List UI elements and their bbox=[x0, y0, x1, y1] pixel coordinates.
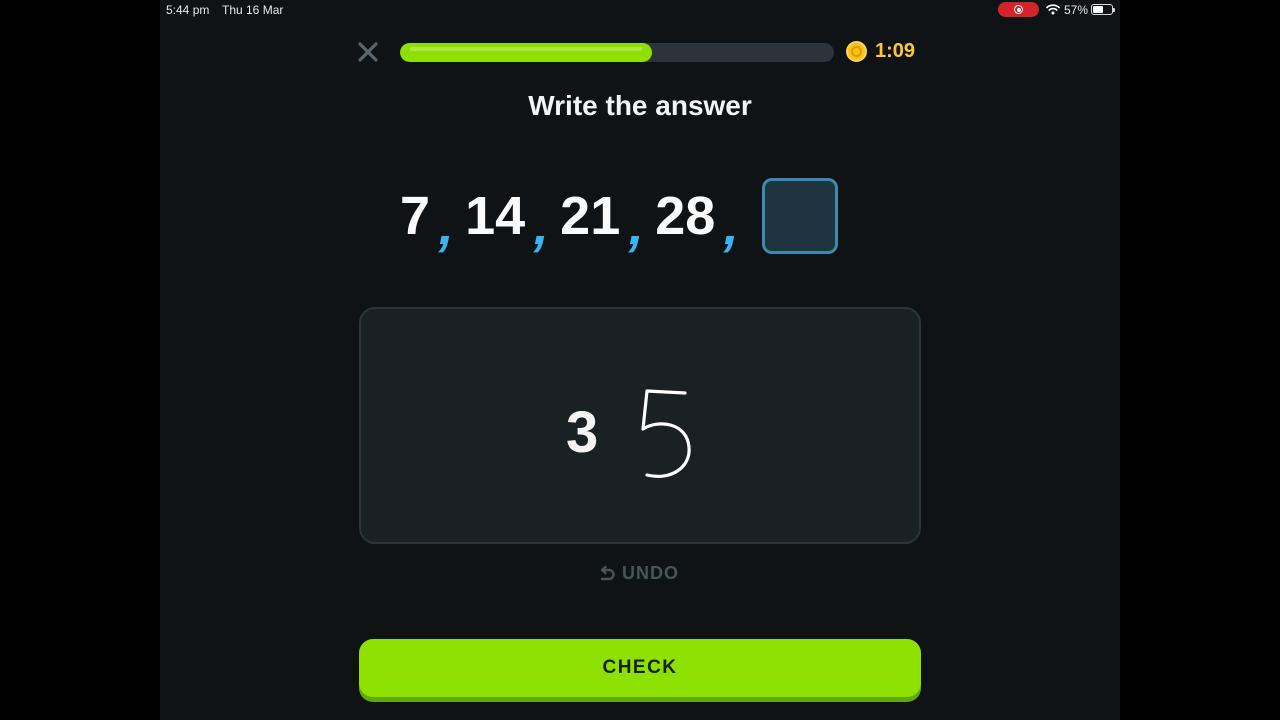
battery-percent: 57% bbox=[1064, 3, 1089, 17]
lesson-progress-bar bbox=[400, 43, 834, 62]
timer: 1:09 bbox=[846, 40, 915, 63]
undo-button[interactable]: UNDO bbox=[598, 563, 679, 584]
sequence-number: 14 bbox=[465, 186, 526, 246]
progress-fill bbox=[400, 43, 652, 62]
sequence-separator: , bbox=[528, 196, 557, 256]
sequence-number: 21 bbox=[560, 186, 621, 246]
wifi-icon bbox=[1046, 4, 1060, 15]
sequence-separator: , bbox=[623, 196, 652, 256]
battery-icon bbox=[1091, 4, 1115, 15]
handwriting-canvas[interactable]: 3 5 bbox=[359, 307, 921, 544]
handwritten-stroke: 5 bbox=[641, 389, 691, 478]
status-bar: 5:44 pm Thu 16 Mar 57% bbox=[0, 0, 1280, 20]
close-icon[interactable] bbox=[356, 40, 380, 64]
screen-record-icon[interactable] bbox=[998, 2, 1039, 17]
number-sequence: 7 , 14 , 21 , 28 , bbox=[400, 178, 839, 256]
sequence-separator: , bbox=[433, 196, 462, 256]
undo-icon bbox=[600, 565, 615, 580]
coin-icon bbox=[846, 41, 867, 62]
page-title: Write the answer bbox=[528, 90, 752, 121]
sequence-separator: , bbox=[718, 196, 747, 256]
sequence-number: 28 bbox=[655, 186, 716, 246]
sequence-number: 7 bbox=[400, 186, 431, 246]
undo-label: UNDO bbox=[622, 563, 679, 583]
status-time: 5:44 pm bbox=[166, 3, 210, 17]
status-date: Thu 16 Mar bbox=[222, 3, 284, 17]
timer-text: 1:09 bbox=[875, 40, 916, 62]
recognized-digit: 3 bbox=[566, 400, 599, 465]
lesson-screen: 1:09 Write the answer 7 , 14 , 21 , 28 ,… bbox=[160, 0, 1120, 720]
check-label: CHECK bbox=[602, 657, 678, 678]
check-button[interactable]: CHECK bbox=[359, 639, 921, 697]
answer-box[interactable] bbox=[762, 178, 839, 254]
